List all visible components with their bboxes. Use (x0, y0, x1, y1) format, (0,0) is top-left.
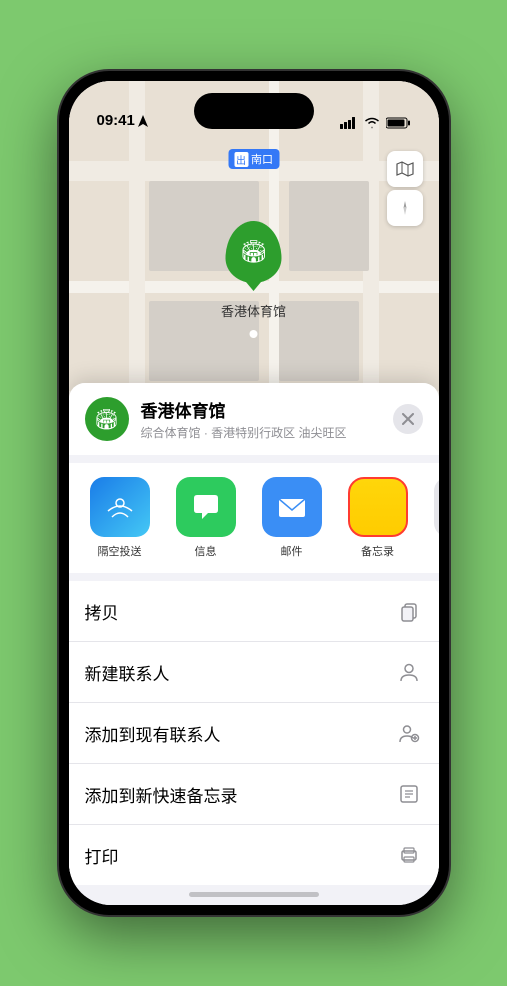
stadium-marker: 🏟 香港体育馆 (221, 221, 286, 320)
person-add-svg (398, 722, 420, 744)
mail-label: 邮件 (281, 543, 303, 559)
location-info: 香港体育馆 综合体育馆 · 香港特别行政区 油尖旺区 (141, 397, 381, 441)
person-svg (398, 661, 420, 683)
action-add-note[interactable]: 添加到新快速备忘录 (69, 764, 439, 825)
marker-dot (249, 330, 257, 338)
share-item-mail[interactable]: 邮件 (257, 477, 327, 559)
share-item-airdrop[interactable]: 隔空投送 (85, 477, 155, 559)
location-arrow-icon (138, 115, 148, 127)
person-icon (395, 658, 423, 686)
copy-svg (398, 600, 420, 622)
notes-label: 备忘录 (361, 543, 394, 559)
action-list: 拷贝 新建联系人 (69, 581, 439, 885)
action-add-existing[interactable]: 添加到现有联系人 (69, 703, 439, 764)
time-label: 09:41 (97, 112, 135, 129)
compass-icon (396, 199, 414, 217)
more-icon-wrap (434, 477, 439, 537)
close-button[interactable] (393, 404, 423, 434)
action-new-contact[interactable]: 新建联系人 (69, 642, 439, 703)
map-icon (395, 159, 415, 179)
note-icon (395, 780, 423, 808)
print-icon (395, 841, 423, 869)
dynamic-island (194, 93, 314, 129)
action-copy[interactable]: 拷贝 (69, 581, 439, 642)
bottom-sheet: 🏟 香港体育馆 综合体育馆 · 香港特别行政区 油尖旺区 (69, 383, 439, 905)
location-button[interactable] (387, 190, 423, 226)
location-card: 🏟 香港体育馆 综合体育馆 · 香港特别行政区 油尖旺区 (69, 383, 439, 455)
person-add-icon (395, 719, 423, 747)
phone-frame: 09:41 (59, 71, 449, 915)
messages-label: 信息 (195, 543, 217, 559)
close-icon (402, 413, 414, 425)
share-item-messages[interactable]: 信息 (171, 477, 241, 559)
map-label-text: 南口 (251, 151, 273, 167)
map-label: 出 南口 (228, 149, 279, 169)
add-existing-label: 添加到现有联系人 (85, 721, 221, 746)
share-item-more[interactable]: 推 (429, 477, 439, 559)
share-row: 隔空投送 信息 (69, 463, 439, 573)
copy-icon (395, 597, 423, 625)
marker-pin: 🏟 (225, 221, 281, 283)
messages-icon-wrap (176, 477, 236, 537)
note-svg (398, 783, 420, 805)
new-contact-label: 新建联系人 (85, 660, 170, 685)
status-icons (340, 117, 411, 129)
copy-label: 拷贝 (85, 599, 119, 624)
venue-emoji: 🏟 (94, 407, 119, 432)
exit-label: 出 (234, 152, 248, 167)
action-print[interactable]: 打印 (69, 825, 439, 885)
signal-icon (340, 117, 358, 129)
airdrop-icon (104, 491, 136, 523)
map-controls (387, 151, 423, 226)
status-time: 09:41 (97, 112, 148, 129)
location-venue-icon: 🏟 (85, 397, 129, 441)
location-subtitle: 综合体育馆 · 香港特别行政区 油尖旺区 (141, 424, 381, 441)
phone-screen: 09:41 (69, 81, 439, 905)
notes-lines (372, 491, 384, 524)
print-svg (398, 844, 420, 866)
messages-icon (189, 490, 223, 524)
location-name: 香港体育馆 (141, 397, 381, 422)
add-note-label: 添加到新快速备忘录 (85, 782, 238, 807)
wifi-icon (364, 117, 380, 129)
map-type-button[interactable] (387, 151, 423, 187)
mail-icon-wrap (262, 477, 322, 537)
airdrop-icon-wrap (90, 477, 150, 537)
share-item-notes[interactable]: 备忘录 (343, 477, 413, 559)
notes-icon-wrap (348, 477, 408, 537)
print-label: 打印 (85, 843, 119, 868)
marker-label: 香港体育馆 (221, 301, 286, 320)
battery-icon (386, 117, 411, 129)
stadium-icon: 🏟 (240, 239, 268, 265)
home-indicator (189, 892, 319, 897)
mail-icon (275, 490, 309, 524)
airdrop-label: 隔空投送 (98, 543, 142, 559)
